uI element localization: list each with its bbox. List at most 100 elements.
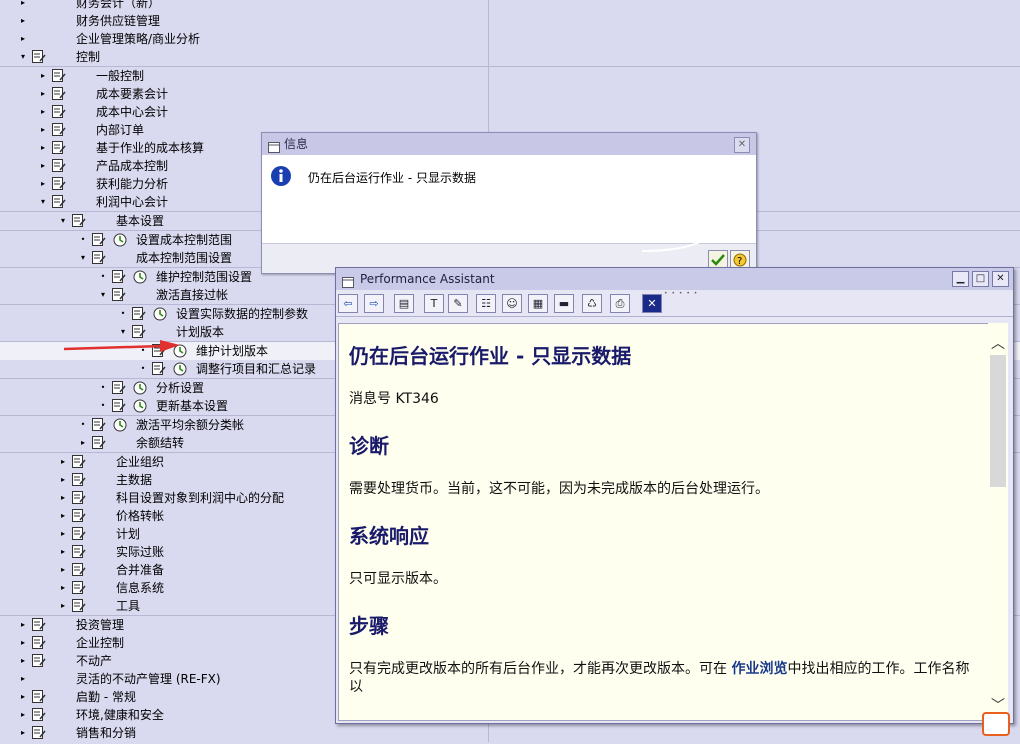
close-button[interactable]: ✕ bbox=[992, 271, 1009, 287]
minimize-button[interactable]: ▁ bbox=[952, 271, 969, 287]
tree-node-label[interactable]: 主数据 bbox=[116, 471, 152, 489]
documentation-icon[interactable] bbox=[72, 581, 86, 594]
documentation-icon[interactable] bbox=[52, 177, 66, 190]
tree-node-label[interactable]: 分析设置 bbox=[156, 379, 204, 397]
expand-icon[interactable]: ▸ bbox=[18, 30, 28, 48]
tree-node-label[interactable]: 工具 bbox=[116, 597, 140, 615]
expand-icon[interactable]: ▸ bbox=[18, 670, 28, 688]
tree-node-label[interactable]: 科目设置对象到利润中心的分配 bbox=[116, 489, 284, 507]
tree-node-label[interactable]: 设置成本控制范围 bbox=[136, 231, 232, 249]
tree-node-label[interactable]: 更新基本设置 bbox=[156, 397, 228, 415]
documentation-icon[interactable] bbox=[132, 325, 146, 338]
documentation-icon[interactable] bbox=[112, 381, 126, 394]
tree-node-label[interactable]: 启勤 - 常规 bbox=[76, 688, 136, 706]
collapse-icon[interactable]: ▾ bbox=[78, 249, 88, 267]
tree-node-label[interactable]: 企业控制 bbox=[76, 634, 124, 652]
structure-button[interactable]: ☷ bbox=[476, 294, 496, 313]
documentation-icon[interactable] bbox=[32, 654, 46, 667]
documentation-icon[interactable] bbox=[72, 599, 86, 612]
tree-node-label[interactable]: 计划版本 bbox=[176, 323, 224, 341]
documentation-icon[interactable] bbox=[52, 69, 66, 82]
documentation-icon[interactable] bbox=[72, 527, 86, 540]
collapse-icon[interactable]: ▾ bbox=[58, 212, 68, 230]
book-button[interactable]: ▤ bbox=[394, 294, 414, 313]
tree-node-label[interactable]: 激活直接过帐 bbox=[156, 286, 228, 304]
documentation-icon[interactable] bbox=[72, 545, 86, 558]
tree-node-label[interactable]: 控制 bbox=[76, 48, 100, 66]
documentation-icon[interactable] bbox=[52, 123, 66, 136]
tree-node-label[interactable]: 调整行项目和汇总记录 bbox=[196, 360, 316, 378]
execute-activity-icon[interactable] bbox=[133, 270, 147, 284]
close-button[interactable]: ✕ bbox=[642, 294, 662, 313]
job-overview-link[interactable]: 作业浏览 bbox=[731, 661, 787, 677]
expand-icon[interactable]: ▸ bbox=[18, 652, 28, 670]
expand-icon[interactable]: ▸ bbox=[18, 706, 28, 724]
documentation-icon[interactable] bbox=[32, 50, 46, 63]
tree-node-label[interactable]: 成本要素会计 bbox=[96, 85, 168, 103]
tree-node-label[interactable]: 实际过账 bbox=[116, 543, 164, 561]
expand-icon[interactable]: ▸ bbox=[18, 12, 28, 30]
collapse-icon[interactable]: ▾ bbox=[118, 323, 128, 341]
expand-icon[interactable]: ▸ bbox=[38, 139, 48, 157]
expand-icon[interactable]: ▸ bbox=[58, 489, 68, 507]
documentation-icon[interactable] bbox=[52, 105, 66, 118]
documentation-icon[interactable] bbox=[72, 491, 86, 504]
tree-node-label[interactable]: 维护控制范围设置 bbox=[156, 268, 252, 286]
execute-activity-icon[interactable] bbox=[173, 362, 187, 376]
expand-icon[interactable]: ▸ bbox=[38, 67, 48, 85]
maximize-button[interactable]: □ bbox=[972, 271, 989, 287]
users-button[interactable]: ☺ bbox=[502, 294, 522, 313]
splitter-grip[interactable]: • • • • • bbox=[664, 290, 698, 297]
documentation-icon[interactable] bbox=[72, 509, 86, 522]
expand-icon[interactable]: ▸ bbox=[58, 507, 68, 525]
tree-node[interactable]: ▸ 一般控制 bbox=[0, 67, 1020, 85]
execute-activity-icon[interactable] bbox=[113, 233, 127, 247]
documentation-icon[interactable] bbox=[152, 362, 166, 375]
documentation-icon[interactable] bbox=[132, 307, 146, 320]
documentation-icon[interactable] bbox=[92, 233, 106, 246]
expand-icon[interactable]: ▸ bbox=[38, 103, 48, 121]
tree-node-label[interactable]: 成本中心会计 bbox=[96, 103, 168, 121]
documentation-icon[interactable] bbox=[32, 690, 46, 703]
tree-node-label[interactable]: 企业管理策略/商业分析 bbox=[76, 30, 200, 48]
tree-node-label[interactable]: 成本控制范围设置 bbox=[136, 249, 232, 267]
expand-icon[interactable]: ▸ bbox=[38, 157, 48, 175]
tree-node-label[interactable]: 余额结转 bbox=[136, 434, 184, 452]
documentation-icon[interactable] bbox=[72, 214, 86, 227]
expand-icon[interactable]: ▸ bbox=[18, 0, 28, 12]
documentation-icon[interactable] bbox=[92, 436, 106, 449]
tree-node-label[interactable]: 财务供应链管理 bbox=[76, 12, 160, 30]
expand-icon[interactable]: ▸ bbox=[18, 688, 28, 706]
scrollbar-thumb[interactable] bbox=[990, 355, 1006, 487]
expand-icon[interactable]: ▸ bbox=[58, 471, 68, 489]
documentation-icon[interactable] bbox=[32, 618, 46, 631]
tree-node-label[interactable]: 计划 bbox=[116, 525, 140, 543]
documentation-icon[interactable] bbox=[52, 141, 66, 154]
tree-node[interactable]: ▸ 财务会计（新） bbox=[0, 0, 1020, 12]
tree-node[interactable]: ▸ 企业管理策略/商业分析 bbox=[0, 30, 1020, 48]
expand-icon[interactable]: ▸ bbox=[18, 616, 28, 634]
technical-info-button[interactable]: T bbox=[424, 294, 444, 313]
documentation-icon[interactable] bbox=[92, 251, 106, 264]
tree-node-label[interactable]: 内部订单 bbox=[96, 121, 144, 139]
documentation-icon[interactable] bbox=[32, 636, 46, 649]
documentation-icon[interactable] bbox=[112, 288, 126, 301]
documentation-icon[interactable] bbox=[52, 159, 66, 172]
info-dialog-close-button[interactable]: ✕ bbox=[734, 137, 750, 153]
vertical-scrollbar[interactable]: ︿ ﹀ bbox=[988, 323, 1008, 721]
tree-node-label[interactable]: 财务会计（新） bbox=[76, 0, 160, 12]
expand-icon[interactable]: ▸ bbox=[38, 85, 48, 103]
tree-node-label[interactable]: 基本设置 bbox=[116, 212, 164, 230]
tree-node-label[interactable]: 合并准备 bbox=[116, 561, 164, 579]
expand-icon[interactable]: ▸ bbox=[58, 453, 68, 471]
back-button[interactable]: ⇦ bbox=[338, 294, 358, 313]
tree-node-label[interactable]: 企业组织 bbox=[116, 453, 164, 471]
tree-node[interactable]: ▸ 成本要素会计 bbox=[0, 85, 1020, 103]
execute-activity-icon[interactable] bbox=[113, 418, 127, 432]
expand-icon[interactable]: ▸ bbox=[38, 121, 48, 139]
execute-activity-icon[interactable] bbox=[133, 381, 147, 395]
expand-icon[interactable]: ▸ bbox=[38, 175, 48, 193]
notes-button[interactable]: ▬ bbox=[554, 294, 574, 313]
tree-node[interactable]: ▾ 控制 bbox=[0, 48, 1020, 67]
documentation-icon[interactable] bbox=[32, 708, 46, 721]
